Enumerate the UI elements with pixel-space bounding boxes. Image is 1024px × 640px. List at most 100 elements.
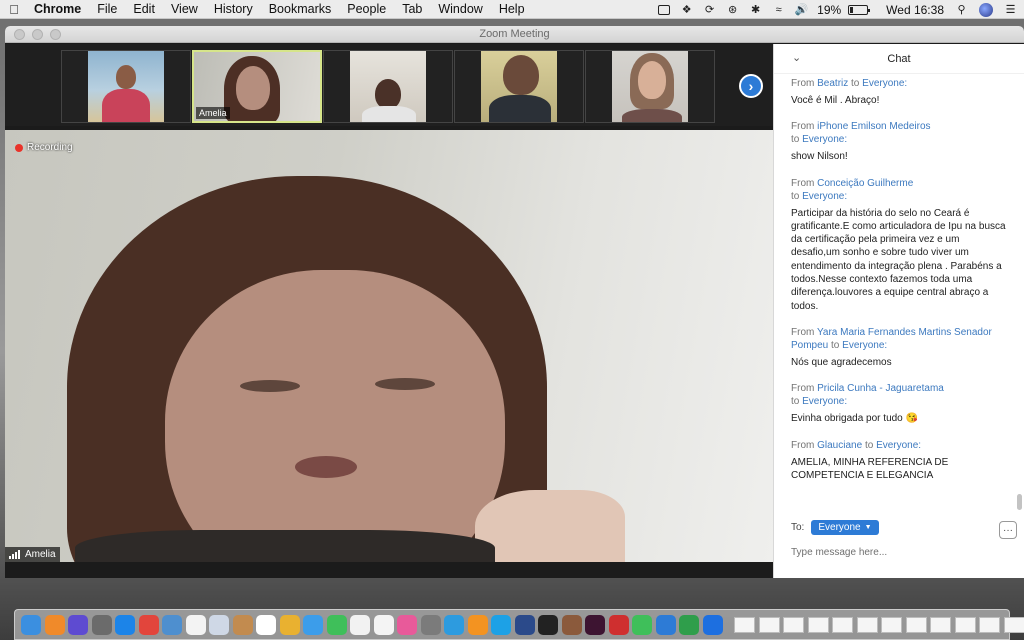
menu-bookmarks[interactable]: Bookmarks (261, 2, 340, 16)
menubar-clock[interactable]: Wed 16:38 (886, 3, 944, 17)
dock-minimized-window[interactable] (881, 616, 902, 633)
textedit-icon[interactable] (373, 614, 394, 635)
dock-minimized-window[interactable] (832, 616, 853, 633)
chat-message-input[interactable] (791, 547, 1011, 558)
signal-strength-icon (9, 550, 21, 559)
participant-thumb-5[interactable] (585, 50, 715, 123)
dock-minimized-window[interactable] (905, 616, 927, 633)
whatsapp-icon[interactable] (632, 614, 652, 635)
chat-message: From Yara Maria Fernandes Martins Senado… (791, 326, 1011, 369)
clipboard-icon[interactable] (232, 614, 253, 635)
menu-file[interactable]: File (89, 2, 125, 16)
gallery-next-button[interactable]: › (739, 74, 763, 98)
messages-icon[interactable] (303, 614, 323, 635)
message-sender: Glauciane (817, 439, 863, 451)
message-text: Você é Mil . Abraço! (791, 95, 880, 106)
menu-tab[interactable]: Tab (394, 2, 430, 16)
notes-icon[interactable] (185, 614, 206, 635)
message-text: AMELIA, MINHA REFERENCIA DE COMPETENCIA … (791, 456, 949, 481)
dock-minimized-window[interactable] (1003, 616, 1024, 633)
message-sender: Pricila Cunha - Jaguaretama (817, 383, 944, 395)
settings-icon[interactable] (420, 614, 441, 635)
bluetooth-icon[interactable]: ✱ (748, 4, 763, 16)
preview-icon[interactable] (162, 614, 182, 635)
participant-thumb-1[interactable] (61, 50, 191, 123)
battery-icon[interactable] (848, 4, 871, 15)
participant-thumb-2[interactable]: Amelia (192, 50, 322, 123)
dock-minimized-window[interactable] (979, 616, 1000, 633)
dock-minimized-window[interactable] (758, 616, 780, 633)
menu-extra-icon[interactable]: ⊛ (725, 4, 740, 16)
menu-history[interactable]: History (206, 2, 261, 16)
dock-minimized-window[interactable] (954, 616, 976, 633)
menu-edit[interactable]: Edit (125, 2, 163, 16)
geek-icon[interactable] (538, 614, 558, 635)
skype-icon[interactable] (491, 614, 511, 635)
recipient-select[interactable]: Everyone ▼ (811, 520, 879, 535)
safari-icon[interactable] (115, 614, 135, 635)
recipient-select-value: Everyone (818, 522, 861, 533)
participant-name-amelia: Amelia (196, 107, 230, 119)
menu-window[interactable]: Window (430, 2, 490, 16)
facetime-icon[interactable] (326, 614, 347, 635)
chat-message: From Pricila Cunha - Jaguaretama to Every… (791, 382, 1011, 425)
window-titlebar: Zoom Meeting (5, 26, 1024, 43)
chat-message-list[interactable]: From Beatriz to Everyone: Você é Mil . A… (774, 75, 1024, 505)
chat-scrollbar[interactable] (1017, 494, 1022, 510)
battery-percent[interactable]: 19% (817, 3, 841, 17)
active-speaker-video[interactable]: Recording Amelia (5, 130, 773, 562)
books-icon[interactable] (561, 614, 582, 635)
menu-help[interactable]: Help (491, 2, 533, 16)
finder-icon[interactable] (21, 614, 41, 635)
participant-thumb-3[interactable] (323, 50, 453, 123)
app-store-icon[interactable] (608, 614, 629, 635)
dropbox-status-icon[interactable]: ❖ (679, 4, 694, 16)
menu-view[interactable]: View (163, 2, 206, 16)
to-label: To: (791, 522, 805, 533)
wifi-icon[interactable]: ≈ (771, 4, 786, 16)
photos-icon[interactable] (209, 614, 229, 635)
dock-minimized-window[interactable] (807, 616, 829, 633)
siri-status-icon[interactable] (979, 2, 993, 17)
siri-icon[interactable] (68, 614, 88, 635)
participant-strip: Amelia › (5, 44, 773, 126)
chrome-icon[interactable] (138, 614, 159, 635)
dock-minimized-window[interactable] (856, 616, 878, 633)
vlc-icon[interactable] (467, 614, 488, 635)
bbedit-icon[interactable] (514, 614, 535, 635)
dock-minimized-window[interactable] (930, 616, 951, 633)
participant-thumb-4[interactable] (454, 50, 584, 123)
notification-center-icon[interactable]: ☰ (1003, 4, 1018, 16)
apple-menu-icon[interactable]:  (0, 2, 28, 17)
dock-minimized-window[interactable] (734, 616, 755, 633)
launchpad-icon[interactable] (44, 614, 65, 635)
rocket-icon[interactable] (91, 614, 112, 635)
sync-status-icon[interactable]: ⟳ (702, 4, 717, 16)
zoom-window: Zoom Meeting Amelia › Recording Amelia ⌄… (5, 26, 1024, 578)
itunes-icon[interactable] (397, 614, 417, 635)
dock-minimized-window[interactable] (783, 616, 804, 633)
incopy-icon[interactable] (585, 614, 605, 635)
spotlight-icon[interactable]: ⚲ (954, 4, 969, 16)
screen-record-icon[interactable] (656, 4, 671, 16)
menu-app-chrome[interactable]: Chrome (28, 2, 89, 16)
chevron-down-icon[interactable]: ⌄ (792, 51, 801, 64)
message-text: Nós que agradecemos (791, 356, 892, 368)
recording-indicator[interactable]: Recording (15, 142, 73, 153)
calendar-icon[interactable] (256, 614, 276, 635)
chat-more-button[interactable]: ··· (999, 521, 1017, 539)
message-recipient: Everyone: (876, 439, 922, 451)
message-recipient: Everyone: (802, 190, 848, 202)
message-sender: Beatriz (817, 78, 849, 89)
photos2-icon[interactable] (279, 614, 300, 635)
numbers-icon[interactable] (679, 614, 699, 635)
dropbox-icon[interactable] (702, 614, 723, 635)
message-text: Evinha obrigada por tudo 😘 (791, 413, 918, 425)
menu-people[interactable]: People (339, 2, 394, 16)
pen-icon[interactable] (444, 614, 464, 635)
chat-title: Chat (887, 52, 911, 65)
volume-icon[interactable]: 🔊 (794, 4, 809, 16)
stickies-icon[interactable] (350, 614, 370, 635)
zoom-icon[interactable] (655, 614, 676, 635)
recording-label: Recording (27, 142, 73, 153)
